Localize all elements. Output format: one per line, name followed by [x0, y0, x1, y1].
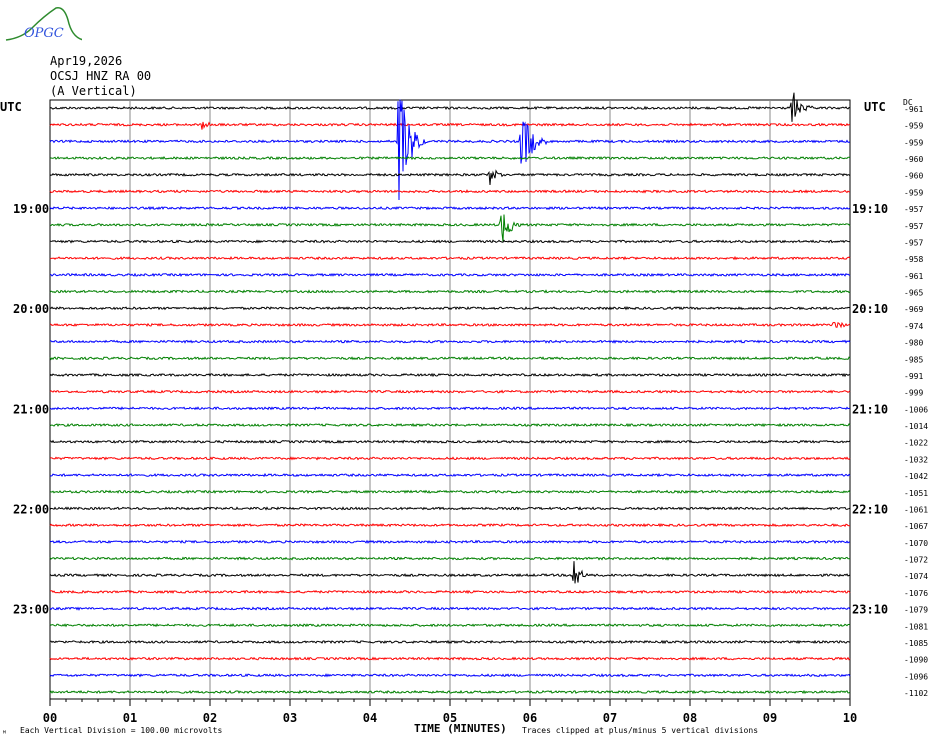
hour-label-left: 21:00	[13, 402, 49, 416]
dc-offset-label: -957	[904, 205, 923, 214]
hour-label-left: 23:00	[13, 603, 49, 617]
x-tick-label: 10	[843, 711, 857, 725]
dc-offset-label: -999	[904, 389, 923, 398]
x-tick-label: 09	[763, 711, 777, 725]
dc-offset-label: -958	[904, 255, 923, 264]
x-tick-label: 08	[683, 711, 697, 725]
dc-offset-label: -1090	[904, 656, 928, 665]
dc-offset-label: -959	[904, 138, 923, 147]
corner-mark: ᴹ	[2, 729, 7, 738]
dc-offset-label: -957	[904, 222, 923, 231]
dc-offset-label: -1085	[904, 639, 928, 648]
dc-offset-label: -1074	[904, 572, 928, 581]
dc-offset-label: -1070	[904, 539, 928, 548]
x-tick-label: 07	[603, 711, 617, 725]
hour-label-right: 20:10	[852, 302, 888, 316]
dc-offset-label: -1051	[904, 489, 928, 498]
dc-offset-label: -1081	[904, 622, 928, 631]
dc-offset-label: -960	[904, 155, 923, 164]
hour-label-right: 22:10	[852, 502, 888, 516]
dc-offset-label: -960	[904, 172, 923, 181]
x-tick-label: 02	[203, 711, 217, 725]
x-tick-label: 03	[283, 711, 297, 725]
logo-text: OPGC	[24, 26, 64, 41]
dc-offset-label: -1072	[904, 556, 928, 565]
dc-offset-label: -974	[904, 322, 923, 331]
opgc-logo: OPGC	[2, 4, 82, 46]
clip-note: Traces clipped at plus/minus 5 vertical …	[522, 726, 759, 735]
x-tick-label: 06	[523, 711, 537, 725]
utc-right-label: UTC	[864, 100, 886, 114]
dc-offset-label: -1042	[904, 472, 928, 481]
dc-offset-label: -969	[904, 305, 923, 314]
dc-offset-label: -1022	[904, 439, 928, 448]
dc-offset-label: -965	[904, 289, 923, 298]
hour-label-right: 21:10	[852, 402, 888, 416]
dc-offset-label: -959	[904, 188, 923, 197]
hour-label-left: 22:00	[13, 502, 49, 516]
utc-left-label: UTC	[0, 100, 22, 114]
station-label: OCSJ HNZ RA 00	[50, 69, 152, 83]
dc-offset-label: -991	[904, 372, 923, 381]
x-tick-label: 04	[363, 711, 377, 725]
date-label: Apr19,2026	[50, 54, 123, 68]
dc-offset-label: -1061	[904, 505, 928, 514]
hour-label-right: 23:10	[852, 603, 888, 617]
dc-label: DC	[903, 98, 913, 107]
component-label: (A Vertical)	[50, 84, 137, 98]
dc-offset-label: -1102	[904, 689, 928, 698]
dc-offset-label: -1014	[904, 422, 928, 431]
x-tick-label: 00	[43, 711, 57, 725]
dc-offset-label: -1032	[904, 455, 928, 464]
dc-offset-label: -985	[904, 355, 923, 364]
hour-label-right: 19:10	[852, 202, 888, 216]
dc-offset-label: -1006	[904, 405, 928, 414]
dc-offset-label: -1076	[904, 589, 928, 598]
dc-offset-label: -959	[904, 122, 923, 131]
dc-offset-label: -1079	[904, 606, 928, 615]
x-tick-label: 01	[123, 711, 137, 725]
dc-offset-label: -980	[904, 339, 923, 348]
scale-note: Each Vertical Division = 100.00 microvol…	[20, 726, 223, 735]
dc-offset-label: -961	[904, 272, 923, 281]
hour-label-left: 20:00	[13, 302, 49, 316]
x-axis-title: TIME (MINUTES)	[414, 722, 507, 735]
hour-label-left: 19:00	[13, 202, 49, 216]
dc-offset-label: -1096	[904, 672, 928, 681]
dc-offset-label: -957	[904, 238, 923, 247]
dc-offset-label: -1067	[904, 522, 928, 531]
helicorder-plot: 00 01 02 03 04 05 06 07 08 09 10-961-959-959-960-9…	[13, 92, 928, 725]
